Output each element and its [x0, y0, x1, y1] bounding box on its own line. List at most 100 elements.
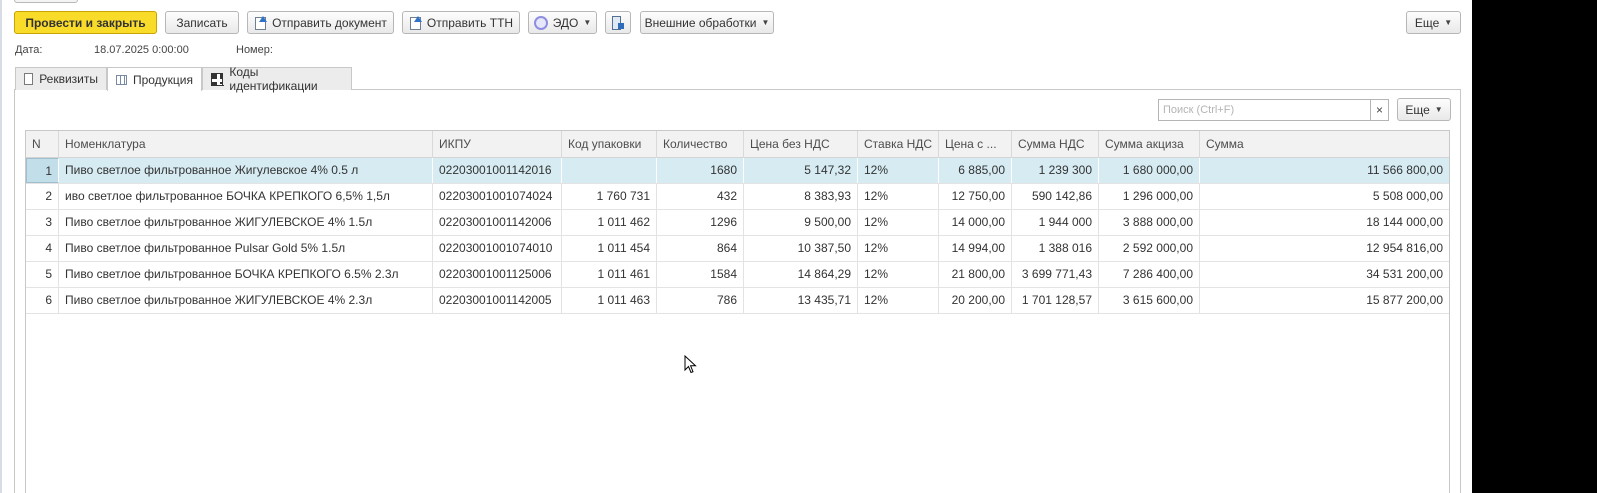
- cell-total[interactable]: 34 531 200,00: [1200, 262, 1449, 287]
- cell-quantity[interactable]: 786: [657, 288, 744, 313]
- date-value[interactable]: 18.07.2025 0:00:00: [94, 44, 189, 56]
- cell-total[interactable]: 12 954 816,00: [1200, 236, 1449, 261]
- column-header-n[interactable]: N: [26, 131, 59, 158]
- cell-price-excl-vat[interactable]: 14 864,29: [744, 262, 858, 287]
- cell-package-code[interactable]: [562, 158, 657, 183]
- column-header-price-excl-vat[interactable]: Цена без НДС: [744, 131, 858, 158]
- cell-vat-amount[interactable]: 1 701 128,57: [1012, 288, 1099, 313]
- cell-excise-amount[interactable]: 7 286 400,00: [1099, 262, 1200, 287]
- cell-total[interactable]: 11 566 800,00: [1200, 158, 1449, 183]
- cell-price-excl-vat[interactable]: 10 387,50: [744, 236, 858, 261]
- cell-ikpu[interactable]: 02203001001142005: [433, 288, 562, 313]
- cell-vat-amount[interactable]: 1 239 300: [1012, 158, 1099, 183]
- cell-price-excl-vat[interactable]: 9 500,00: [744, 210, 858, 235]
- cell-vat-rate[interactable]: 12%: [858, 158, 939, 183]
- cell-quantity[interactable]: 432: [657, 184, 744, 209]
- cell-n[interactable]: 4: [26, 236, 59, 261]
- table-more-button[interactable]: Еще ▼: [1397, 98, 1451, 121]
- table-row[interactable]: 3 Пиво светлое фильтрованное ЖИГУЛЕВСКОЕ …: [26, 210, 1449, 236]
- search-input[interactable]: [1158, 99, 1371, 121]
- cell-vat-amount[interactable]: 590 142,86: [1012, 184, 1099, 209]
- cell-package-code[interactable]: 1 011 463: [562, 288, 657, 313]
- cell-price-incl-vat[interactable]: 6 885,00: [939, 158, 1012, 183]
- cell-excise-amount[interactable]: 3 888 000,00: [1099, 210, 1200, 235]
- cell-n[interactable]: 5: [26, 262, 59, 287]
- external-processing-button[interactable]: Внешние обработки ▼: [640, 11, 774, 34]
- cell-vat-amount[interactable]: 3 699 771,43: [1012, 262, 1099, 287]
- cell-package-code[interactable]: 1 760 731: [562, 184, 657, 209]
- cell-nomenclature[interactable]: Пиво светлое фильтрованное БОЧКА КРЕПКОГ…: [59, 262, 433, 287]
- cell-quantity[interactable]: 1296: [657, 210, 744, 235]
- chevron-down-icon: ▼: [1444, 18, 1453, 27]
- table-row[interactable]: 1 Пиво светлое фильтрованное Жигулевское …: [26, 158, 1449, 184]
- cell-vat-rate[interactable]: 12%: [858, 184, 939, 209]
- column-header-ikpu[interactable]: ИКПУ: [433, 131, 562, 158]
- cell-package-code[interactable]: 1 011 462: [562, 210, 657, 235]
- column-header-package-code[interactable]: Код упаковки: [562, 131, 657, 158]
- column-header-nomenclature[interactable]: Номенклатура: [59, 131, 433, 158]
- cell-price-incl-vat[interactable]: 20 200,00: [939, 288, 1012, 313]
- cell-ikpu[interactable]: 02203001001142016: [433, 158, 562, 183]
- table-row[interactable]: 6 Пиво светлое фильтрованное ЖИГУЛЕВСКОЕ …: [26, 288, 1449, 314]
- cell-quantity[interactable]: 1584: [657, 262, 744, 287]
- cell-vat-rate[interactable]: 12%: [858, 288, 939, 313]
- cell-quantity[interactable]: 1680: [657, 158, 744, 183]
- cell-n[interactable]: 2: [26, 184, 59, 209]
- column-header-excise-amount[interactable]: Сумма акциза: [1099, 131, 1200, 158]
- send-ttn-button[interactable]: Отправить ТТН: [402, 11, 520, 34]
- cell-quantity[interactable]: 864: [657, 236, 744, 261]
- cell-excise-amount[interactable]: 1 680 000,00: [1099, 158, 1200, 183]
- cell-nomenclature[interactable]: иво светлое фильтрованное БОЧКА КРЕПКОГО…: [59, 184, 433, 209]
- post-and-close-button[interactable]: Провести и закрыть: [14, 11, 157, 34]
- column-header-price-incl-vat[interactable]: Цена с ...: [939, 131, 1012, 158]
- cell-vat-rate[interactable]: 12%: [858, 262, 939, 287]
- cell-ikpu[interactable]: 02203001001074010: [433, 236, 562, 261]
- cell-vat-rate[interactable]: 12%: [858, 210, 939, 235]
- cell-nomenclature[interactable]: Пиво светлое фильтрованное ЖИГУЛЕВСКОЕ 4…: [59, 210, 433, 235]
- products-table[interactable]: N Номенклатура ИКПУ Код упаковки Количес…: [25, 130, 1450, 493]
- column-header-vat-rate[interactable]: Ставка НДС: [858, 131, 939, 158]
- cell-ikpu[interactable]: 02203001001074024: [433, 184, 562, 209]
- column-header-total[interactable]: Сумма: [1200, 131, 1449, 158]
- cell-excise-amount[interactable]: 1 296 000,00: [1099, 184, 1200, 209]
- cell-package-code[interactable]: 1 011 461: [562, 262, 657, 287]
- table-row[interactable]: 5 Пиво светлое фильтрованное БОЧКА КРЕПКО…: [26, 262, 1449, 288]
- cell-price-excl-vat[interactable]: 13 435,71: [744, 288, 858, 313]
- cell-ikpu[interactable]: 02203001001142006: [433, 210, 562, 235]
- cell-vat-amount[interactable]: 1 944 000: [1012, 210, 1099, 235]
- cell-excise-amount[interactable]: 3 615 600,00: [1099, 288, 1200, 313]
- cell-price-incl-vat[interactable]: 14 994,00: [939, 236, 1012, 261]
- cell-n[interactable]: 3: [26, 210, 59, 235]
- cell-nomenclature[interactable]: Пиво светлое фильтрованное Жигулевское 4…: [59, 158, 433, 183]
- cell-price-excl-vat[interactable]: 8 383,93: [744, 184, 858, 209]
- cell-ikpu[interactable]: 02203001001125006: [433, 262, 562, 287]
- cell-total[interactable]: 15 877 200,00: [1200, 288, 1449, 313]
- report-button[interactable]: [605, 11, 631, 34]
- cell-price-excl-vat[interactable]: 5 147,32: [744, 158, 858, 183]
- cell-price-incl-vat[interactable]: 14 000,00: [939, 210, 1012, 235]
- table-row[interactable]: 4 Пиво светлое фильтрованное Pulsar Gold …: [26, 236, 1449, 262]
- tab-products[interactable]: Продукция: [107, 67, 202, 91]
- save-button[interactable]: Записать: [165, 11, 239, 34]
- tab-requisites[interactable]: Реквизиты: [15, 67, 107, 90]
- edo-dropdown-button[interactable]: ЭДО ▼: [528, 11, 597, 34]
- cell-vat-amount[interactable]: 1 388 016: [1012, 236, 1099, 261]
- cell-n[interactable]: 1: [26, 158, 59, 183]
- cell-nomenclature[interactable]: Пиво светлое фильтрованное ЖИГУЛЕВСКОЕ 4…: [59, 288, 433, 313]
- cell-nomenclature[interactable]: Пиво светлое фильтрованное Pulsar Gold 5…: [59, 236, 433, 261]
- column-header-vat-amount[interactable]: Сумма НДС: [1012, 131, 1099, 158]
- send-document-button[interactable]: Отправить документ: [247, 11, 394, 34]
- cell-price-incl-vat[interactable]: 12 750,00: [939, 184, 1012, 209]
- cell-package-code[interactable]: 1 011 454: [562, 236, 657, 261]
- column-header-quantity[interactable]: Количество: [657, 131, 744, 158]
- more-button[interactable]: Еще ▼: [1406, 11, 1461, 34]
- cell-excise-amount[interactable]: 2 592 000,00: [1099, 236, 1200, 261]
- cell-total[interactable]: 5 508 000,00: [1200, 184, 1449, 209]
- table-row[interactable]: 2 иво светлое фильтрованное БОЧКА КРЕПКОГ…: [26, 184, 1449, 210]
- cell-total[interactable]: 18 144 000,00: [1200, 210, 1449, 235]
- clear-search-button[interactable]: ×: [1370, 99, 1389, 121]
- tab-identification-codes[interactable]: Коды идентификации: [202, 65, 352, 93]
- cell-vat-rate[interactable]: 12%: [858, 236, 939, 261]
- cell-n[interactable]: 6: [26, 288, 59, 313]
- cell-price-incl-vat[interactable]: 21 800,00: [939, 262, 1012, 287]
